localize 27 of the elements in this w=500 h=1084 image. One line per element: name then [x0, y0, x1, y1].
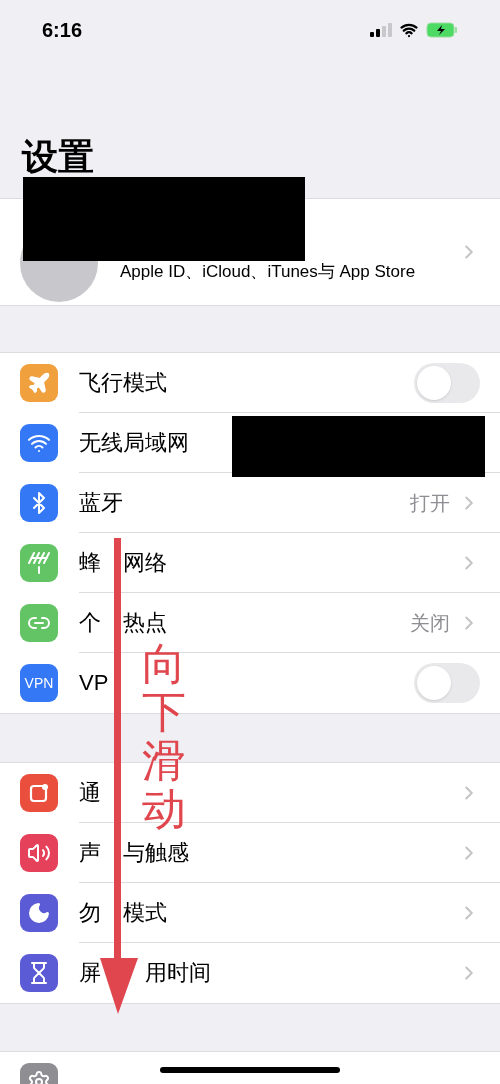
setting-label: 飞行模式: [79, 369, 167, 396]
setting-label: VP: [79, 670, 109, 696]
page-title: 设置: [22, 136, 94, 177]
setting-label: 用时间: [145, 960, 211, 986]
setting-value: 打开: [410, 490, 450, 516]
setting-label: 屏: [79, 960, 101, 986]
battery-icon: [426, 22, 458, 38]
setting-label: 与触感: [123, 839, 189, 866]
setting-label: 声: [79, 839, 101, 866]
setting-label: 蓝牙: [79, 489, 123, 516]
setting-label: 蜂: [79, 549, 101, 576]
vpn-icon: VPN: [20, 664, 58, 702]
status-time: 6:16: [42, 18, 83, 43]
setting-label: 热点: [123, 609, 167, 636]
setting-label: 个: [79, 609, 101, 636]
toggle-switch[interactable]: [414, 663, 480, 703]
setting-label: 模式: [123, 899, 167, 926]
setting-label: 无线局域网: [79, 429, 189, 456]
setting-value: 关闭: [410, 610, 450, 636]
profile-subtitle: Apple ID、iCloud、iTunes与 App Store: [120, 262, 416, 282]
wifi-icon: [398, 21, 420, 39]
setting-label: 通: [79, 779, 101, 806]
signal-icon: [370, 23, 392, 37]
setting-label: 勿: [79, 899, 101, 926]
annotation-text: 向下滑动: [142, 640, 186, 834]
setting-label: 网络: [123, 549, 167, 576]
toggle-switch[interactable]: [414, 362, 480, 403]
